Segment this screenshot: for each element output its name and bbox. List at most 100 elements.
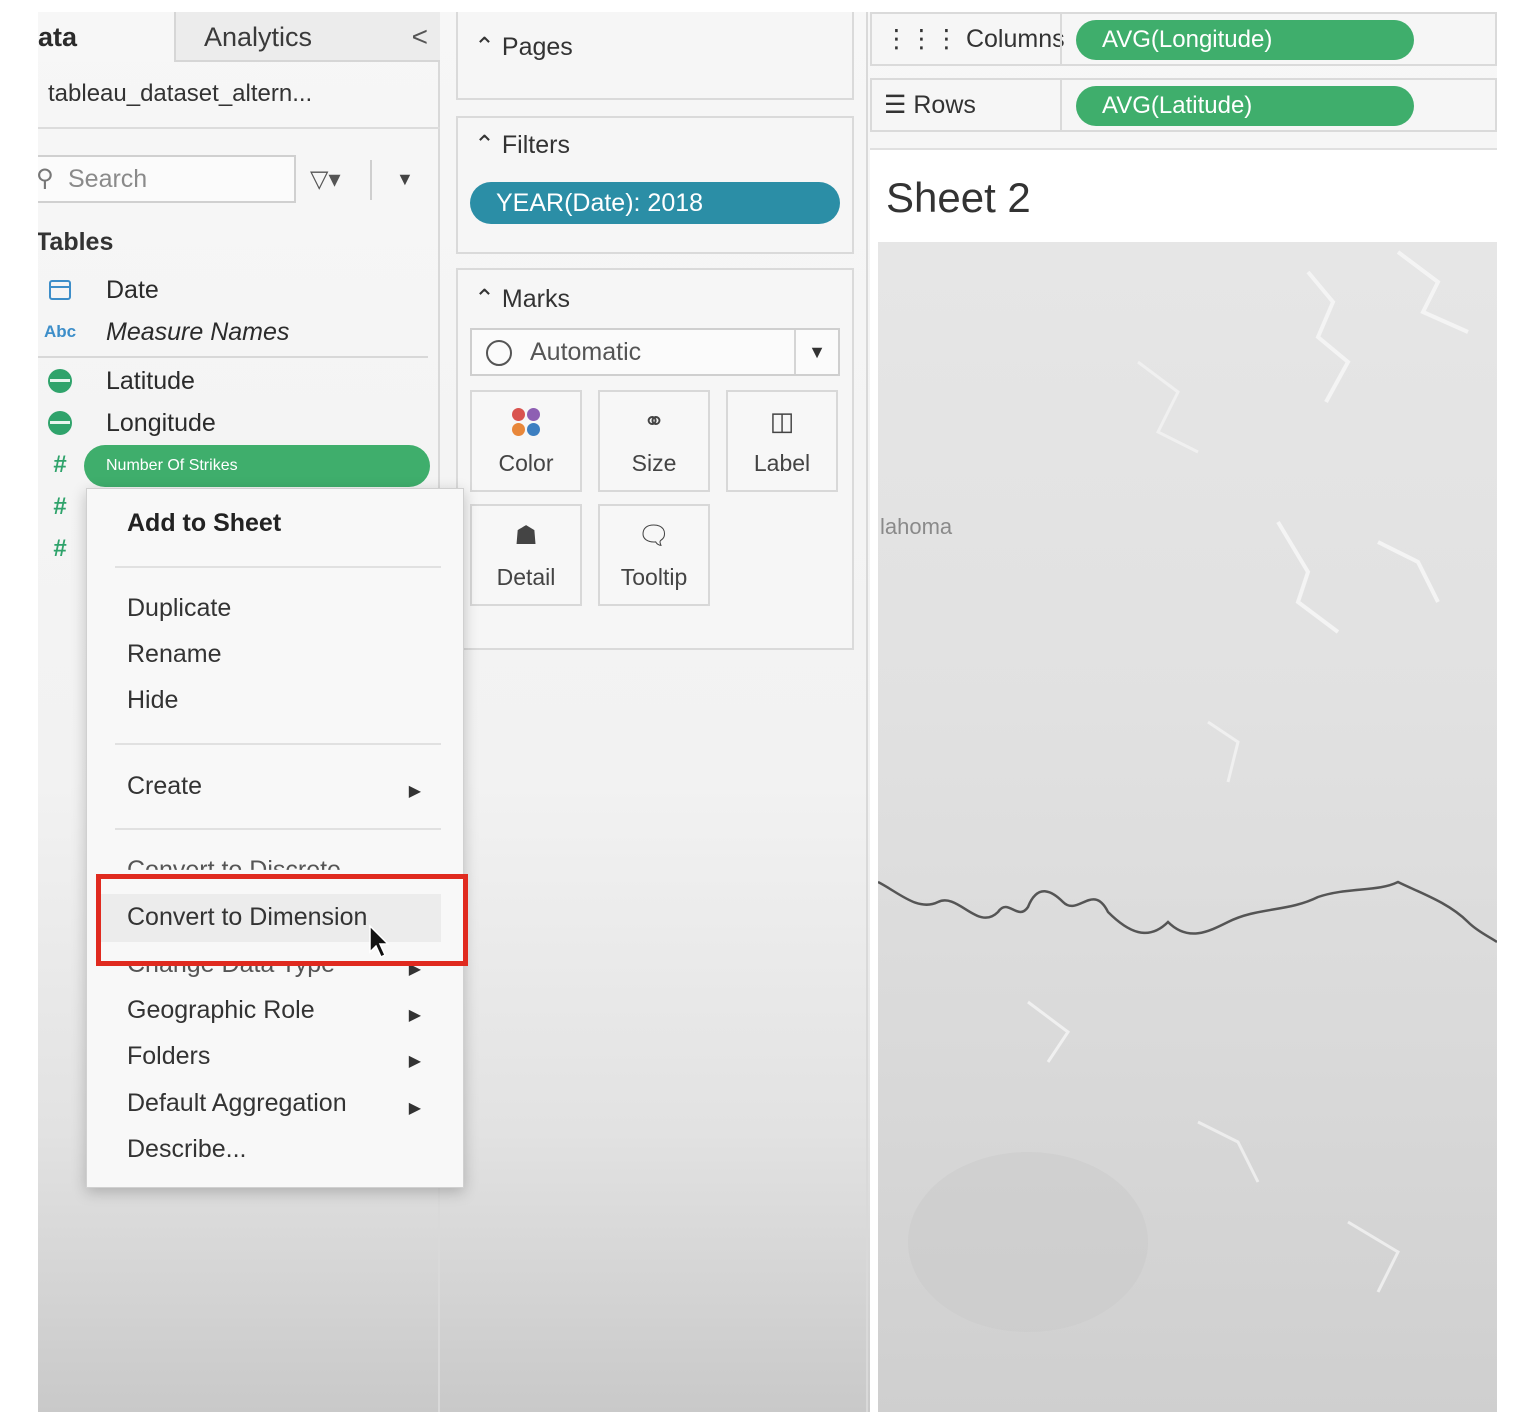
- pane-tabs: ata Analytics <: [38, 12, 440, 62]
- menu-hide[interactable]: Hide: [127, 686, 178, 715]
- sheet-title[interactable]: Sheet 2: [886, 174, 1031, 222]
- sheet: Sheet 2 lahoma: [870, 148, 1497, 1412]
- detail-label: Detail: [496, 564, 556, 590]
- menu-default-aggregation[interactable]: Default Aggregation: [127, 1089, 347, 1118]
- tab-data[interactable]: ata: [38, 12, 174, 62]
- label-label: Label: [753, 450, 811, 476]
- tab-analytics-label: Analytics: [204, 22, 313, 52]
- filter-fields-icon[interactable]: ▽▾: [310, 165, 341, 194]
- collapse-pane-icon[interactable]: <: [412, 12, 428, 62]
- filters-title[interactable]: ⌃ Filters: [474, 130, 570, 160]
- tooltip-icon: 🗨: [637, 520, 671, 550]
- menu-divider: [115, 828, 441, 830]
- map-water: [1377, 540, 1440, 603]
- field-number-of-strikes[interactable]: Number Of Strikes: [84, 445, 430, 487]
- chevron-up-icon: ⌃: [474, 285, 495, 313]
- tooltip-label: Tooltip: [620, 564, 688, 590]
- size-icon: ⚭: [643, 406, 665, 436]
- number-icon: #: [53, 535, 67, 562]
- map-water: [1347, 1220, 1400, 1293]
- menu-geographic-role[interactable]: Geographic Role: [127, 996, 315, 1025]
- divider: [38, 356, 428, 358]
- menu-create[interactable]: Create: [127, 772, 202, 801]
- abc-icon: Abc: [43, 322, 77, 341]
- menu-rename[interactable]: Rename: [127, 640, 222, 669]
- pages-label: Pages: [501, 33, 573, 61]
- map-place-label: lahoma: [880, 514, 953, 539]
- divider: [1060, 80, 1062, 130]
- submenu-arrow-icon: ▶: [408, 1053, 421, 1070]
- columns-shelf[interactable]: ⋮⋮⋮ Columns AVG(Longitude): [870, 12, 1497, 66]
- color-icon: [472, 406, 580, 445]
- menu-folders[interactable]: Folders: [127, 1042, 210, 1071]
- context-menu: Add to Sheet Duplicate Rename Hide Creat…: [86, 488, 464, 1188]
- map-canvas[interactable]: lahoma: [878, 242, 1497, 1412]
- rows-pill[interactable]: AVG(Latitude): [1076, 86, 1414, 126]
- search-icon: ⚲: [38, 165, 54, 192]
- map-land-shade: [908, 1152, 1148, 1332]
- calendar-icon: [42, 270, 78, 312]
- map-water: [1276, 520, 1340, 634]
- tab-analytics[interactable]: Analytics <: [174, 12, 440, 62]
- globe-icon: [42, 403, 78, 447]
- pane-menu-icon[interactable]: ▼: [396, 169, 414, 190]
- tables-heading: Tables: [38, 228, 114, 256]
- divider: [1060, 14, 1062, 64]
- globe-icon: [42, 361, 78, 405]
- map-water: [1396, 250, 1469, 334]
- mark-type-value: Automatic: [530, 338, 642, 366]
- mark-type-select[interactable]: Automatic ▼: [470, 328, 840, 376]
- rows-shelf[interactable]: ☰ Rows AVG(Latitude): [870, 78, 1497, 132]
- size-label: Size: [631, 450, 677, 476]
- columns-pill[interactable]: AVG(Longitude): [1076, 20, 1414, 60]
- number-icon: #: [53, 451, 67, 478]
- chevron-down-icon[interactable]: ▼: [794, 330, 838, 374]
- rows-label-text: Rows: [913, 91, 976, 119]
- map-water: [1197, 1120, 1260, 1183]
- columns-shelf-label: ⋮⋮⋮ Columns: [884, 24, 1065, 54]
- marks-label: Marks: [501, 285, 570, 313]
- datasource-name[interactable]: tableau_dataset_altern...: [48, 80, 312, 108]
- map-water: [1027, 1000, 1071, 1063]
- filter-pill[interactable]: YEAR(Date): 2018: [470, 182, 840, 224]
- map-terrain: [878, 250, 1497, 1332]
- color-button[interactable]: Color: [470, 390, 582, 492]
- label-button[interactable]: ◫ Label: [726, 390, 838, 492]
- rows-shelf-label: ☰ Rows: [884, 90, 976, 120]
- marks-title[interactable]: ⌃ Marks: [474, 284, 570, 314]
- filters-card: ⌃ Filters YEAR(Date): 2018: [456, 116, 854, 254]
- rows-icon: ☰: [884, 91, 907, 119]
- divider: [38, 127, 440, 129]
- mouse-cursor-icon: [369, 924, 390, 959]
- columns-icon: ⋮⋮⋮: [884, 25, 959, 53]
- map-water: [1207, 720, 1240, 783]
- field-label: Date: [106, 276, 159, 304]
- size-button[interactable]: ⚭ Size: [598, 390, 710, 492]
- menu-duplicate[interactable]: Duplicate: [127, 594, 231, 623]
- field-label: Latitude: [106, 367, 195, 395]
- search-placeholder: Search: [68, 165, 148, 193]
- filters-label: Filters: [501, 131, 570, 159]
- map-water: [1306, 270, 1351, 403]
- number-icon: #: [53, 493, 67, 520]
- chevron-up-icon: ⌃: [474, 131, 495, 159]
- submenu-arrow-icon: ▶: [408, 1007, 421, 1024]
- label-icon: ◫: [769, 406, 795, 436]
- state-border: [878, 880, 1497, 944]
- detail-button[interactable]: ☗ Detail: [470, 504, 582, 606]
- menu-describe[interactable]: Describe...: [127, 1135, 246, 1164]
- submenu-arrow-icon: ▶: [408, 783, 421, 800]
- pages-title[interactable]: ⌃ Pages: [474, 32, 573, 62]
- color-label: Color: [498, 450, 554, 476]
- tooltip-button[interactable]: 🗨 Tooltip: [598, 504, 710, 606]
- chevron-up-icon: ⌃: [474, 33, 495, 61]
- menu-add-to-sheet[interactable]: Add to Sheet: [127, 509, 281, 538]
- map-water: [1137, 360, 1199, 454]
- shelves-pane: ⌃ Pages ⌃ Filters YEAR(Date): 2018 ⌃ Mar…: [440, 12, 868, 1412]
- marks-card: ⌃ Marks Automatic ▼ Color ⚭ Size ◫ Label…: [456, 268, 854, 650]
- menu-divider: [115, 566, 441, 568]
- submenu-arrow-icon: ▶: [408, 1100, 421, 1117]
- pages-card: ⌃ Pages: [456, 12, 854, 100]
- columns-label-text: Columns: [965, 25, 1065, 53]
- field-label: Number Of Strikes: [106, 457, 238, 474]
